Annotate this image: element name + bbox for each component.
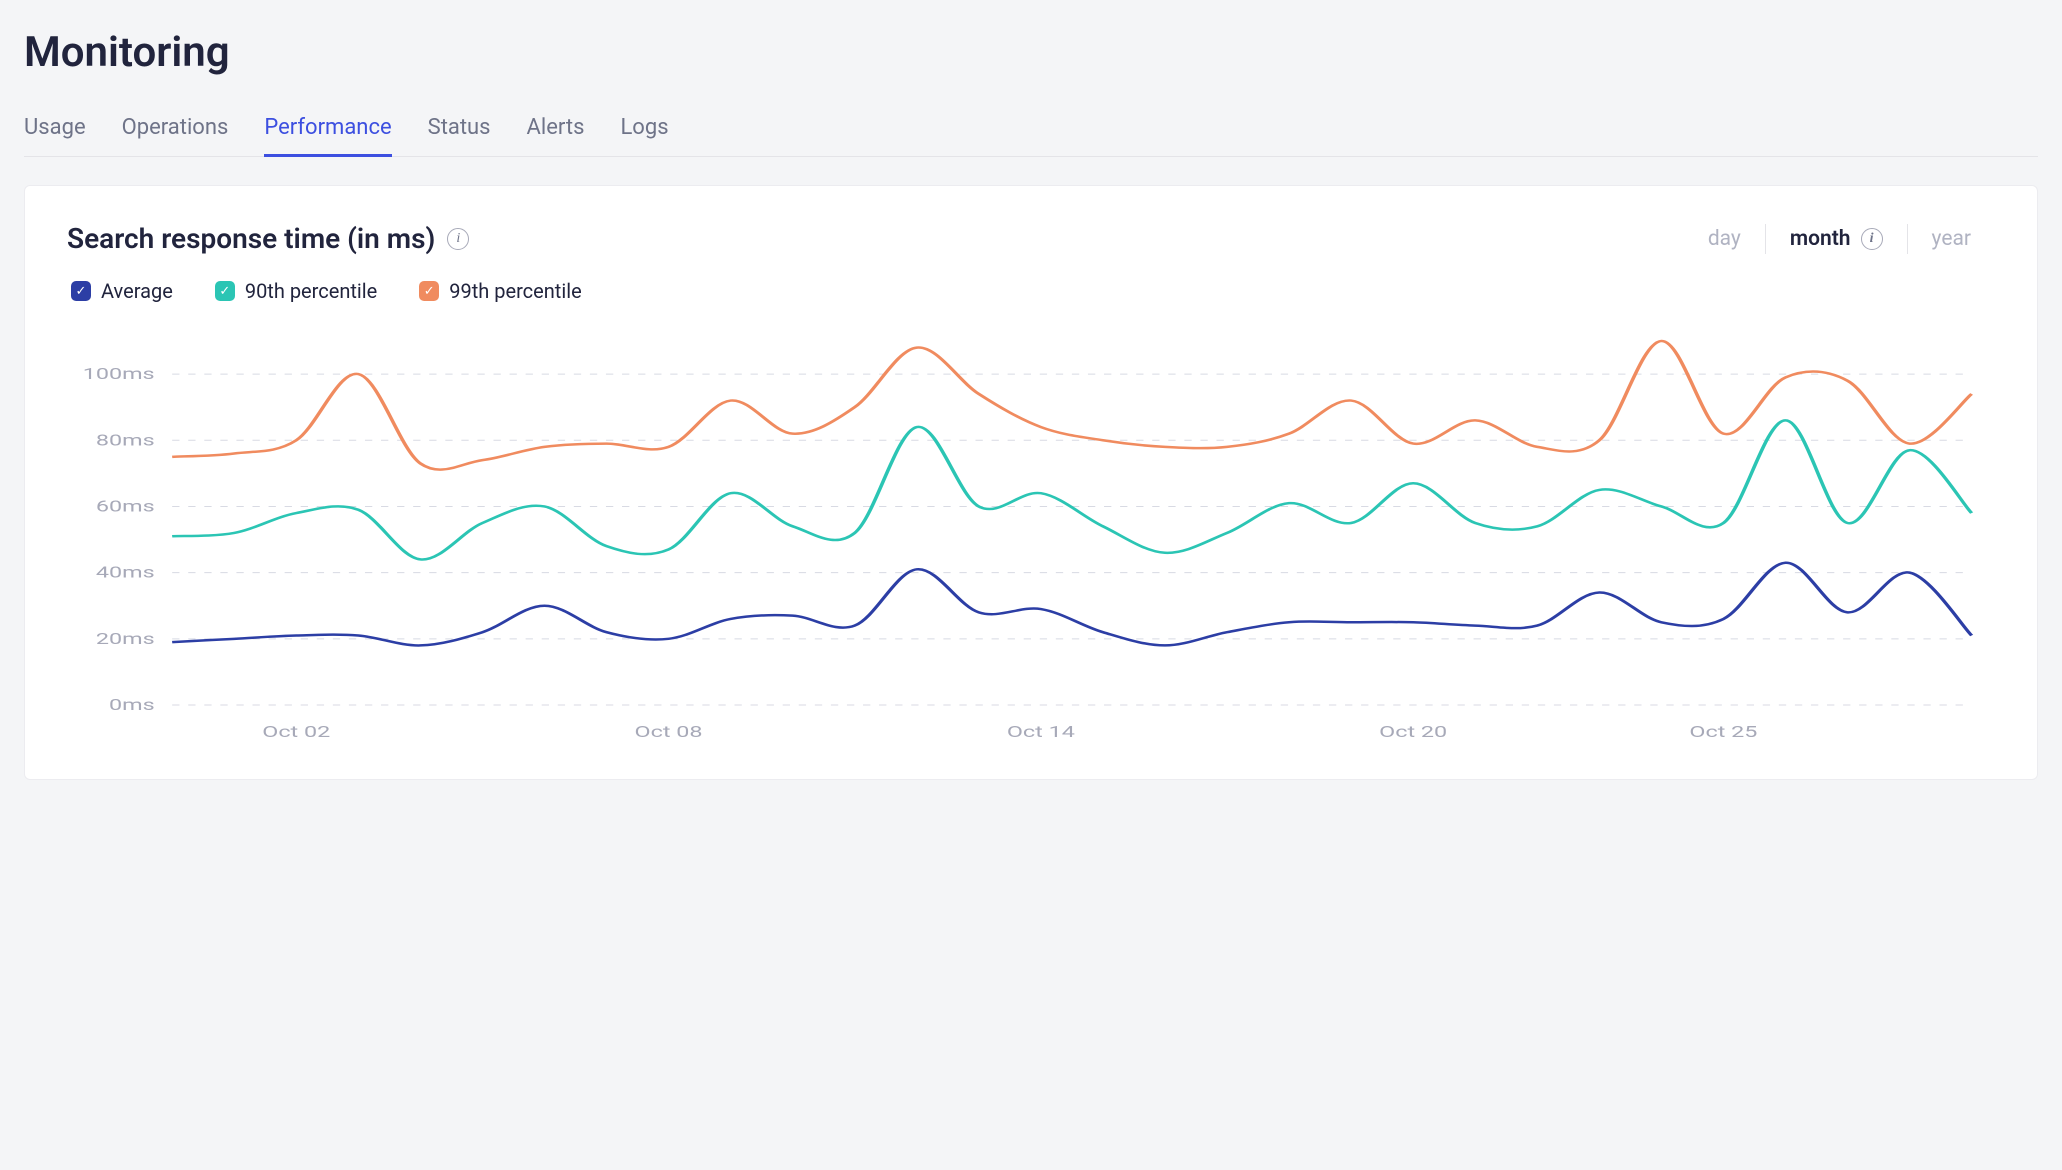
card-title-wrap: Search response time (in ms) i [67,222,469,255]
y-tick-label: 20ms [96,629,155,648]
legend-label: 99th percentile [449,279,581,303]
performance-card: Search response time (in ms) i daymonthi… [24,185,2038,780]
tab-performance[interactable]: Performance [264,107,391,157]
legend-item-avg[interactable]: ✓ Average [71,279,173,303]
info-icon[interactable]: i [1861,228,1883,250]
tabs-bar: Usage Operations Performance Status Alerts Lo… [24,107,2038,157]
response-time-chart: 0ms 20ms 40ms 60ms 80ms 100ms Oct 02 Oct 08 Oct … [67,331,1995,751]
card-header: Search response time (in ms) i daymonthi… [67,222,1995,255]
x-tick-label: Oct 02 [262,722,330,741]
range-day[interactable]: day [1684,227,1765,251]
series-line [172,341,1971,470]
tab-status[interactable]: Status [428,107,491,157]
legend-label: 90th percentile [245,279,377,303]
range-label: day [1708,227,1741,251]
y-tick-label: 80ms [96,430,155,449]
range-year[interactable]: year [1908,227,1995,251]
series-line [172,563,1971,646]
chart-area: 0ms 20ms 40ms 60ms 80ms 100ms Oct 02 Oct 08 Oct … [67,331,1995,751]
x-tick-label: Oct 14 [1007,722,1075,741]
legend-checkbox[interactable]: ✓ [419,281,439,301]
series-line [172,420,1971,559]
x-tick-label: Oct 20 [1379,722,1447,741]
y-tick-label: 60ms [96,496,155,515]
info-icon[interactable]: i [447,228,469,250]
tab-operations[interactable]: Operations [122,107,229,157]
x-tick-label: Oct 25 [1689,722,1757,741]
x-tick-label: Oct 08 [635,722,703,741]
legend-item-p99[interactable]: ✓ 99th percentile [419,279,581,303]
tab-alerts[interactable]: Alerts [527,107,585,157]
range-label: year [1932,227,1971,251]
y-tick-label: 0ms [109,695,155,714]
range-label: month [1790,227,1851,251]
legend-checkbox[interactable]: ✓ [215,281,235,301]
tab-logs[interactable]: Logs [620,107,668,157]
range-month[interactable]: monthi [1766,227,1907,251]
legend-item-p90[interactable]: ✓ 90th percentile [215,279,377,303]
legend-label: Average [101,279,173,303]
chart-legend: ✓ Average ✓ 90th percentile ✓ 99th percentile [67,279,1995,303]
time-range-switch: day monthi year [1684,224,1995,254]
tab-usage[interactable]: Usage [24,107,86,157]
page-title: Monitoring [24,28,2038,77]
y-tick-label: 100ms [83,364,155,383]
legend-checkbox[interactable]: ✓ [71,281,91,301]
y-tick-label: 40ms [96,562,155,581]
card-title: Search response time (in ms) [67,222,435,255]
